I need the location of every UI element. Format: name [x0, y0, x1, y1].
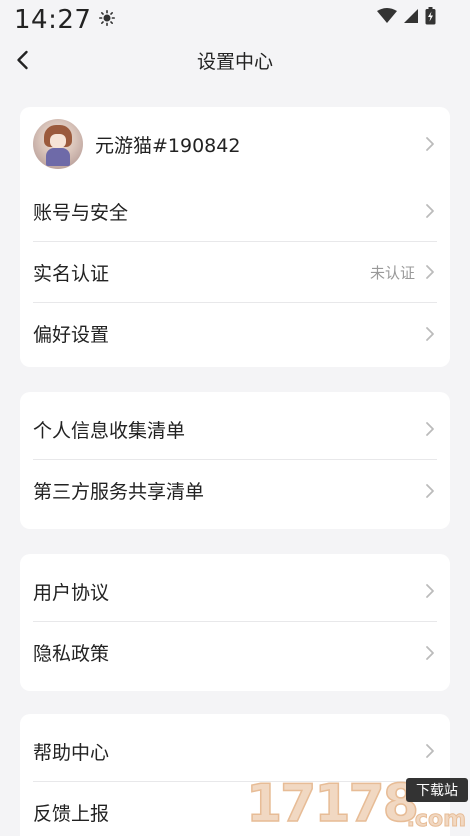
battery-icon	[425, 7, 436, 29]
back-button[interactable]	[12, 48, 36, 72]
menu-item-label: 反馈上报	[33, 803, 110, 825]
chevron-right-icon	[426, 483, 434, 498]
menu-item-label: 账号与安全	[33, 201, 129, 224]
watermark-number: 17178	[245, 773, 419, 835]
status-icons	[377, 7, 436, 29]
chevron-right-icon	[426, 744, 434, 758]
chevron-right-icon	[426, 326, 434, 341]
menu-item-privacy-policy[interactable]: 隐私政策	[33, 622, 437, 683]
menu-item-real-name-verification[interactable]: 实名认证 未认证	[33, 242, 437, 303]
profile-row[interactable]: 元游猫#190842	[33, 107, 437, 181]
menu-item-user-agreement[interactable]: 用户协议	[33, 561, 437, 622]
wifi-icon	[377, 8, 397, 28]
watermark-domain: .com	[406, 807, 466, 833]
top-bar: 设置中心	[0, 40, 470, 80]
agreements-card: 用户协议 隐私政策	[20, 554, 450, 691]
menu-item-account-security[interactable]: 账号与安全	[33, 181, 437, 242]
data-list-card: 个人信息收集清单 第三方服务共享清单	[20, 392, 450, 529]
menu-item-label: 实名认证	[33, 262, 110, 285]
chevron-right-icon	[426, 265, 434, 279]
brightness-icon	[99, 10, 116, 30]
chevron-right-icon	[426, 584, 434, 598]
menu-item-label: 个人信息收集清单	[33, 419, 186, 442]
page-title: 设置中心	[196, 50, 273, 73]
menu-item-help-center[interactable]: 帮助中心	[33, 721, 437, 782]
menu-item-personal-info-list[interactable]: 个人信息收集清单	[33, 399, 437, 460]
verification-status: 未认证	[369, 263, 415, 282]
menu-item-preferences[interactable]: 偏好设置	[33, 303, 437, 364]
chevron-left-icon	[17, 50, 28, 70]
status-time: 14:27	[14, 5, 92, 35]
account-card: 元游猫#190842 账号与安全 实名认证 未认证 偏好设置	[20, 107, 450, 367]
menu-item-label: 第三方服务共享清单	[33, 481, 205, 503]
status-bar: 14:27	[0, 0, 470, 40]
chevron-right-icon	[426, 137, 434, 151]
chevron-right-icon	[426, 422, 434, 436]
menu-item-label: 偏好设置	[33, 324, 110, 346]
menu-item-label: 帮助中心	[33, 741, 110, 764]
menu-item-label: 用户协议	[33, 581, 110, 604]
menu-item-label: 隐私政策	[33, 643, 110, 665]
site-watermark: 17178 下载站 .com	[245, 773, 470, 836]
avatar	[33, 119, 83, 169]
watermark-badge: 下载站	[406, 778, 468, 802]
chevron-right-icon	[426, 204, 434, 218]
profile-name: 元游猫#190842	[95, 134, 241, 157]
menu-item-third-party-sharing-list[interactable]: 第三方服务共享清单	[33, 460, 437, 521]
chevron-right-icon	[426, 645, 434, 660]
signal-icon	[403, 8, 419, 28]
